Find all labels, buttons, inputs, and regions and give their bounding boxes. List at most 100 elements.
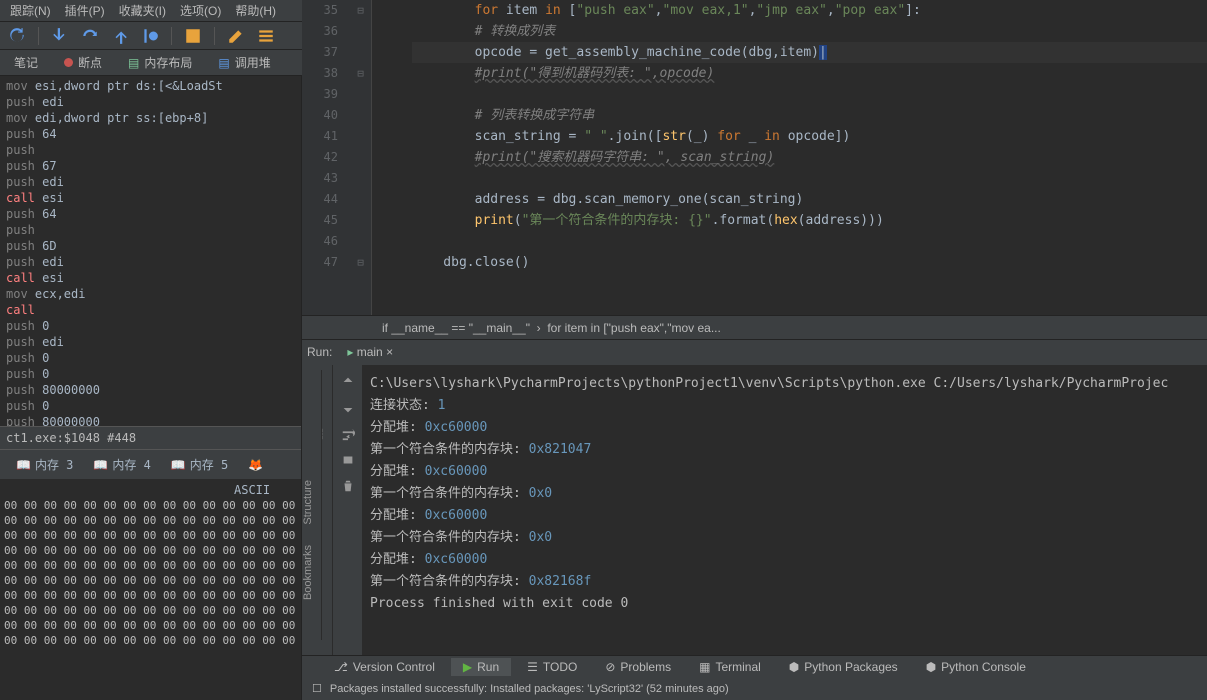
asm-line[interactable]: push 0	[6, 318, 301, 334]
hex-row[interactable]: 00 00 00 00 00 00 00 00 00 00 00 00 00 0…	[4, 558, 297, 573]
trace-icon[interactable]	[184, 27, 202, 45]
hex-row[interactable]: 00 00 00 00 00 00 00 00 00 00 00 00 00 0…	[4, 573, 297, 588]
btab-run[interactable]: ▶Run	[451, 658, 511, 676]
console-line: 第一个符合条件的内存块: 0x0	[370, 527, 1199, 549]
code-line[interactable]: #print("搜索机器码字符串: ", scan_string)	[412, 147, 1207, 168]
console-line: 第一个符合条件的内存块: 0x0	[370, 483, 1199, 505]
run-to-cursor-icon[interactable]	[141, 27, 159, 45]
btab-todo[interactable]: ☰TODO	[515, 658, 589, 676]
restart-icon[interactable]	[8, 27, 26, 45]
wrap-icon[interactable]	[341, 427, 355, 441]
asm-line[interactable]: push	[6, 222, 301, 238]
console-line: 第一个符合条件的内存块: 0x821047	[370, 439, 1199, 461]
line-number-gutter: 35363738394041424344454647	[302, 0, 350, 315]
run-tool-header: Run: ▸ main ×	[302, 340, 1207, 365]
breadcrumb[interactable]: if __name__ == "__main__" › for item in …	[302, 315, 1207, 340]
memory-tabs: 📖内存 3 📖内存 4 📖内存 5 🦊	[0, 449, 301, 479]
asm-line[interactable]: push 80000000	[6, 382, 301, 398]
list-icon[interactable]	[257, 27, 275, 45]
code-line[interactable]: #print("得到机器码列表: ",opcode)	[412, 63, 1207, 84]
asm-line[interactable]: call	[6, 302, 301, 318]
memory-tab-emoji[interactable]: 🦊	[242, 454, 269, 475]
code-line[interactable]: for item in ["push eax","mov eax,1","jmp…	[412, 0, 1207, 21]
asm-line[interactable]: mov ecx,edi	[6, 286, 301, 302]
assembly-listing[interactable]: mov esi,dword ptr ds:[<&LoadStpush edimo…	[0, 76, 301, 426]
asm-line[interactable]: push 64	[6, 126, 301, 142]
step-out-icon[interactable]	[111, 27, 129, 45]
console-line: 分配堆: 0xc60000	[370, 417, 1199, 439]
asm-line[interactable]: push 64	[6, 206, 301, 222]
memory-dump[interactable]: ASCII 00 00 00 00 00 00 00 00 00 00 00 0…	[0, 479, 301, 652]
hex-row[interactable]: 00 00 00 00 00 00 00 00 00 00 00 00 00 0…	[4, 543, 297, 558]
code-line[interactable]: dbg.close()	[412, 252, 1207, 273]
asm-line[interactable]: mov esi,dword ptr ds:[<&LoadSt	[6, 78, 301, 94]
hex-row[interactable]: 00 00 00 00 00 00 00 00 00 00 00 00 00 0…	[4, 633, 297, 648]
step-into-icon[interactable]	[51, 27, 69, 45]
asm-line[interactable]: push 0	[6, 350, 301, 366]
code-line[interactable]: address = dbg.scan_memory_one(scan_strin…	[412, 189, 1207, 210]
asm-line[interactable]: push 0	[6, 398, 301, 414]
hex-row[interactable]: 00 00 00 00 00 00 00 00 00 00 00 00 00 0…	[4, 603, 297, 618]
tab-memlayout[interactable]: ▤内存布局	[120, 51, 200, 74]
asm-line[interactable]: push edi	[6, 334, 301, 350]
btab-packages[interactable]: ⬢Python Packages	[777, 658, 910, 676]
btab-terminal[interactable]: ▦Terminal	[687, 658, 773, 676]
menu-help[interactable]: 帮助(H)	[229, 0, 282, 21]
hex-row[interactable]: 00 00 00 00 00 00 00 00 00 00 00 00 00 0…	[4, 528, 297, 543]
up-icon[interactable]	[341, 375, 355, 389]
code-line[interactable]: # 列表转换成字符串	[412, 105, 1207, 126]
run-tab[interactable]: ▸ main ×	[347, 340, 393, 365]
asm-line[interactable]: push	[6, 142, 301, 158]
code-line[interactable]: scan_string = " ".join([str(_) for _ in …	[412, 126, 1207, 147]
tab-breakpoint[interactable]: 断点	[56, 51, 110, 74]
hex-row[interactable]: 00 00 00 00 00 00 00 00 00 00 00 00 00 0…	[4, 618, 297, 633]
print-icon[interactable]	[341, 453, 355, 467]
edit-icon[interactable]	[227, 27, 245, 45]
memory-tab-3[interactable]: 📖内存 3	[10, 454, 79, 475]
menu-favorites[interactable]: 收藏夹(I)	[113, 0, 172, 21]
asm-line[interactable]: push 80000000	[6, 414, 301, 426]
asm-line[interactable]: push 6D	[6, 238, 301, 254]
hex-row[interactable]: 00 00 00 00 00 00 00 00 00 00 00 00 00 0…	[4, 498, 297, 513]
menu-plugins[interactable]: 插件(P)	[59, 0, 111, 21]
down-icon[interactable]	[341, 401, 355, 415]
code-line[interactable]: print("第一个符合条件的内存块: {}".format(hex(addre…	[412, 210, 1207, 231]
status-icon: ☐	[312, 678, 322, 700]
disassembler-panel: mov esi,dword ptr ds:[<&LoadStpush edimo…	[0, 76, 302, 700]
code-line[interactable]	[412, 231, 1207, 252]
memory-tab-5[interactable]: 📖内存 5	[165, 454, 234, 475]
console-line: 分配堆: 0xc60000	[370, 461, 1199, 483]
menu-options[interactable]: 选项(O)	[174, 0, 227, 21]
code-line[interactable]	[412, 84, 1207, 105]
tab-note[interactable]: 笔记	[6, 51, 46, 74]
bottom-tool-tabs: ⎇Version Control ▶Run ☰TODO ⊘Problems ▦T…	[302, 655, 1207, 678]
asm-line[interactable]: push 67	[6, 158, 301, 174]
menu-trace[interactable]: 跟踪(N)	[4, 0, 57, 21]
tab-callstack[interactable]: ▤调用堆	[210, 51, 278, 74]
asm-line[interactable]: push edi	[6, 254, 301, 270]
asm-line[interactable]: mov edi,dword ptr ss:[ebp+8]	[6, 110, 301, 126]
step-over-icon[interactable]	[81, 27, 99, 45]
memory-tab-4[interactable]: 📖内存 4	[87, 454, 156, 475]
status-bar: ☐ Packages installed successfully: Insta…	[302, 678, 1207, 700]
delete-icon[interactable]	[341, 479, 355, 493]
asm-line[interactable]: push 0	[6, 366, 301, 382]
btab-version-control[interactable]: ⎇Version Control	[322, 658, 447, 676]
asm-line[interactable]: call esi	[6, 270, 301, 286]
asm-line[interactable]: call esi	[6, 190, 301, 206]
code-editor[interactable]: 35363738394041424344454647 ⊟⊟⊟ for item …	[302, 0, 1207, 315]
btab-console[interactable]: ⬢Python Console	[914, 658, 1038, 676]
asm-line[interactable]: push edi	[6, 94, 301, 110]
console-line: 分配堆: 0xc60000	[370, 549, 1199, 571]
side-tab-bookmarks[interactable]: Bookmarks	[302, 545, 314, 600]
side-tab-structure[interactable]: Structure	[302, 480, 314, 525]
hex-row[interactable]: 00 00 00 00 00 00 00 00 00 00 00 00 00 0…	[4, 588, 297, 603]
hex-row[interactable]: 00 00 00 00 00 00 00 00 00 00 00 00 00 0…	[4, 513, 297, 528]
asm-line[interactable]: push edi	[6, 174, 301, 190]
console-line: Process finished with exit code 0	[370, 593, 1199, 615]
code-line[interactable]: # 转换成列表	[412, 21, 1207, 42]
code-line[interactable]	[412, 168, 1207, 189]
console-output[interactable]: C:\Users\lyshark\PycharmProjects\pythonP…	[362, 365, 1207, 655]
btab-problems[interactable]: ⊘Problems	[593, 658, 683, 676]
code-line[interactable]: opcode = get_assembly_machine_code(dbg,i…	[412, 42, 1207, 63]
